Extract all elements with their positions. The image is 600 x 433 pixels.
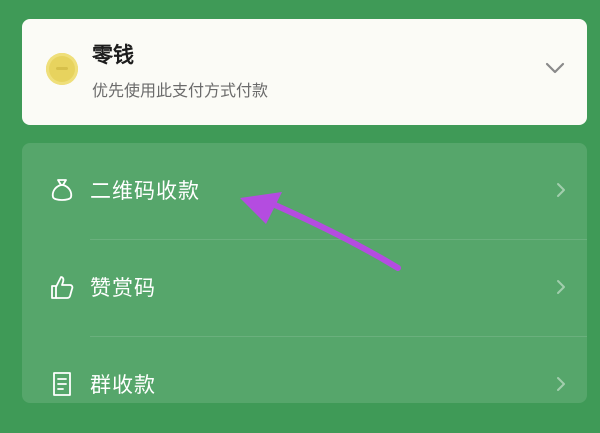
chevron-right-icon xyxy=(557,280,565,294)
menu-item-label: 赞赏码 xyxy=(90,276,156,300)
money-bag-icon xyxy=(51,179,73,201)
chevron-right-icon xyxy=(557,377,565,391)
menu-item-label: 群收款 xyxy=(90,373,156,397)
receive-menu: 二维码收款 赞赏码 群收款 xyxy=(22,143,587,403)
menu-item-reward-code[interactable]: 赞赏码 xyxy=(22,240,587,336)
payment-method-card[interactable]: 零钱 优先使用此支付方式付款 xyxy=(22,19,587,125)
menu-item-qr-receive[interactable]: 二维码收款 xyxy=(22,143,587,239)
thumbs-up-icon xyxy=(51,276,74,299)
wallet-screen: 零钱 优先使用此支付方式付款 二维码收款 赞赏码 群收款 xyxy=(0,0,600,403)
coin-icon xyxy=(46,53,78,85)
payment-method-subtitle: 优先使用此支付方式付款 xyxy=(92,81,269,100)
menu-item-group-receive[interactable]: 群收款 xyxy=(22,337,587,433)
chevron-right-icon xyxy=(557,183,565,197)
menu-item-label: 二维码收款 xyxy=(90,179,200,203)
payment-method-title: 零钱 xyxy=(92,43,134,67)
chevron-down-icon[interactable] xyxy=(542,55,568,81)
document-icon xyxy=(53,372,71,396)
